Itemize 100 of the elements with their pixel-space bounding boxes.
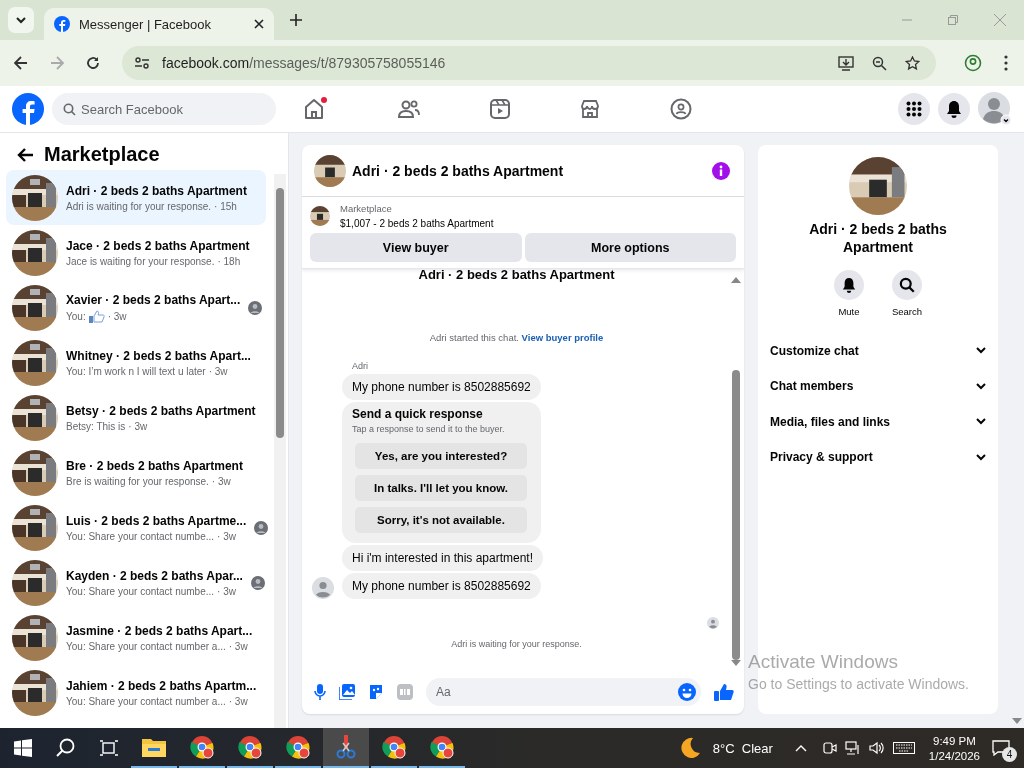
conversation-item[interactable]: Jace · 2 beds 2 baths Apartment Jace is waiting for your response. · 18h	[6, 225, 266, 280]
quick-response-button[interactable]: In talks. I'll let you know.	[355, 475, 527, 501]
message-preview: You: Share your contact numbe...	[66, 530, 215, 542]
message-preview: You: Share your contact number a...	[66, 640, 226, 652]
details-section-row[interactable]: Media, files and links	[770, 404, 986, 440]
install-app-icon[interactable]	[838, 55, 854, 71]
camera-icon[interactable]	[822, 741, 837, 755]
scrollbar[interactable]	[274, 174, 286, 728]
browser-tab[interactable]: Messenger | Facebook	[44, 8, 274, 40]
grid-menu-icon	[906, 101, 922, 117]
task-view-icon[interactable]	[100, 740, 118, 756]
clock-time[interactable]: 9:49 PM	[933, 734, 976, 747]
new-tab-icon[interactable]	[290, 14, 302, 26]
details-section-row[interactable]: Customize chat	[770, 333, 986, 369]
clock-date[interactable]: 1/24/2026	[928, 749, 980, 762]
conversation-title: Jasmine · 2 beds 2 baths Apart...	[66, 623, 253, 638]
volume-icon[interactable]	[868, 741, 885, 755]
conversation-title: Xavier · 2 beds 2 baths Apart...	[66, 292, 241, 307]
conversation-title: Bre · 2 beds 2 baths Apartment	[66, 458, 243, 473]
info-icon[interactable]	[712, 161, 730, 180]
message-preview: You:	[66, 310, 86, 322]
conversation-title: Adri · 2 beds 2 baths Apartment	[66, 183, 247, 198]
action-label: Mute	[838, 306, 860, 317]
listing-action-button[interactable]: View buyer	[310, 233, 522, 262]
address-field[interactable]: facebook.com/messages/t/879305758055146	[122, 46, 936, 80]
menu-button[interactable]	[898, 93, 930, 125]
conversation-item[interactable]: Jahiem · 2 beds 2 baths Apartm... You: Share your contact number a... · 3w	[6, 665, 266, 720]
network-icon[interactable]	[844, 741, 861, 755]
message-time: · 18h	[217, 255, 241, 267]
profile-icon[interactable]	[964, 54, 982, 72]
scroll-up-icon[interactable]	[731, 277, 741, 283]
marketplace-icon[interactable]	[580, 99, 600, 119]
bell-icon	[946, 100, 962, 118]
sidebar-title: Marketplace	[44, 143, 160, 166]
scroll-down-icon[interactable]	[1012, 718, 1022, 724]
weather-text[interactable]: 8°C Clear	[712, 740, 773, 756]
notifications-button[interactable]	[938, 93, 970, 125]
view-buyer-profile-link[interactable]: View buyer profile	[521, 332, 604, 343]
quick-response-button[interactable]: Sorry, it's not available.	[355, 507, 527, 533]
windows-start-icon[interactable]	[14, 739, 32, 757]
browser-icon	[286, 735, 310, 759]
conversation-title: Kayden · 2 beds 2 baths Apar...	[66, 568, 243, 583]
reload-icon[interactable]	[86, 56, 100, 70]
chevron-up-icon[interactable]	[794, 744, 807, 752]
conversation-item[interactable]: Xavier · 2 beds 2 baths Apart... You: · 3w	[6, 280, 266, 335]
notification-count: 4	[1002, 747, 1017, 762]
search-button[interactable]	[892, 270, 922, 300]
back-icon[interactable]	[16, 146, 34, 163]
conversation-item[interactable]: Jasmine · 2 beds 2 baths Apart... You: Share your contact number a... · 3w	[6, 610, 266, 665]
video-icon[interactable]	[490, 99, 510, 119]
tab-search-button[interactable]	[8, 7, 34, 33]
conversation-item[interactable]: Kayden · 2 beds 2 baths Apar... You: Share your contact numbe... · 3w	[6, 555, 266, 610]
listing-label: Marketplace	[340, 203, 393, 214]
close-icon[interactable]	[254, 19, 264, 29]
conversation-item[interactable]: Bre · 2 beds 2 baths Apartment Bre is waiting for your response. · 3w	[6, 445, 266, 500]
message-time: · 3w	[128, 420, 148, 432]
message-preview: You: Share your contact number a...	[66, 695, 226, 707]
conversation-item[interactable]: Whitney · 2 beds 2 baths Apart... You: I’m work n I will text u later · 3w	[6, 335, 266, 390]
browser-icon	[382, 735, 406, 759]
sticker-icon[interactable]	[368, 684, 384, 700]
chevron-down-icon	[15, 14, 27, 26]
chat-started-note: Adri started this chat. View buyer profile	[429, 332, 604, 343]
zoom-icon[interactable]	[872, 55, 887, 71]
bookmark-star-icon[interactable]	[905, 55, 920, 71]
home-icon[interactable]	[302, 97, 328, 121]
mute-button[interactable]	[833, 270, 864, 300]
photo-icon[interactable]	[339, 684, 355, 700]
weather-moon-icon	[678, 737, 701, 759]
read-receipt-icon	[707, 617, 719, 629]
groups-icon[interactable]	[670, 98, 692, 120]
microphone-icon[interactable]	[314, 684, 326, 700]
details-section-row[interactable]: Privacy & support	[770, 439, 986, 475]
search-field[interactable]: Search Facebook	[52, 93, 276, 125]
message-time: · 3w	[228, 695, 248, 707]
search-icon	[899, 277, 915, 293]
search-icon[interactable]	[56, 738, 76, 758]
conversation-title: Whitney · 2 beds 2 baths Apart...	[66, 348, 251, 363]
listing-action-button[interactable]: More options	[524, 233, 736, 262]
menu-icon[interactable]	[1004, 55, 1008, 71]
message-bubble: My phone number is 8502885692	[342, 374, 541, 400]
conversation-item[interactable]: Luis · 2 beds 2 baths Apartme... You: Share your contact numbe... · 3w	[6, 500, 266, 555]
friends-icon[interactable]	[398, 99, 420, 119]
details-section-row[interactable]: Chat members	[770, 368, 986, 404]
message-field[interactable]: Aa	[426, 678, 701, 706]
back-icon[interactable]	[14, 56, 28, 70]
conversation-item[interactable]: Betsy · 2 beds 2 baths Apartment Betsy: This is · 3w	[6, 390, 266, 445]
message-time: · 3w	[208, 365, 228, 377]
thumbs-up-icon[interactable]	[714, 683, 734, 701]
quick-response-button[interactable]: Yes, are you interested?	[355, 443, 527, 469]
facebook-logo-icon[interactable]	[12, 93, 44, 125]
message-time: · 3w	[211, 475, 231, 487]
keyboard-icon[interactable]	[892, 742, 915, 754]
account-avatar-icon[interactable]	[978, 92, 1012, 126]
emoji-icon[interactable]	[678, 683, 696, 701]
scrollbar[interactable]	[731, 277, 741, 666]
conversation-item[interactable]: Adri · 2 beds 2 baths Apartment Adri is waiting for your response. · 15h	[6, 170, 266, 225]
tab-title: Messenger | Facebook	[79, 16, 212, 32]
site-settings-icon[interactable]	[134, 56, 150, 70]
chat-title: Adri · 2 beds 2 baths Apartment	[352, 162, 565, 179]
notification-center-icon[interactable]	[992, 740, 1010, 756]
